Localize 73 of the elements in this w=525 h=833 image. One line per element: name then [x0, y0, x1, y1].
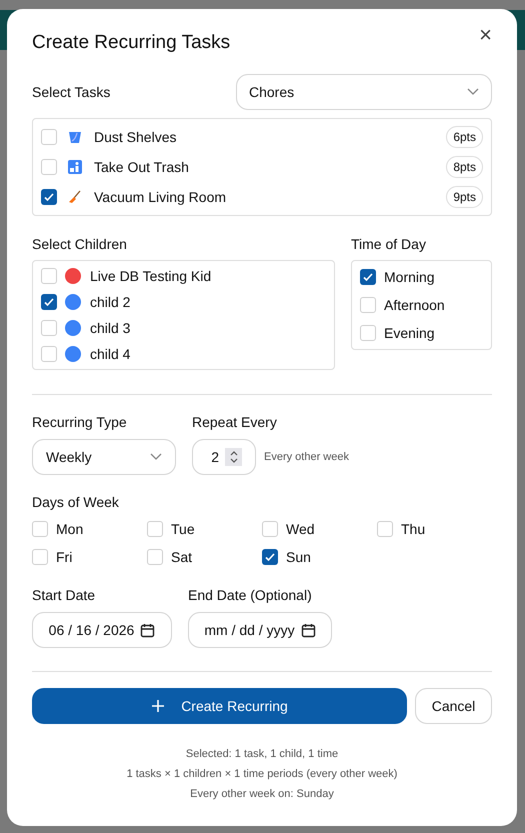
input-value: 06 / 16 / 2026 — [48, 620, 134, 640]
spinner-icon[interactable] — [225, 448, 242, 466]
section-label: Days of Week — [32, 493, 120, 510]
summary-text: Selected: 1 task, 1 child, 1 time — [186, 747, 338, 762]
time-option: Afternoon — [384, 294, 445, 316]
points-badge: 6pts — [446, 126, 483, 148]
number-input[interactable]: 2 — [192, 439, 256, 475]
checkbox[interactable] — [360, 325, 376, 341]
checkbox[interactable] — [360, 269, 376, 285]
end-date-field[interactable]: mm / dd / yyyy — [188, 612, 332, 648]
input-value: 2 — [211, 448, 219, 466]
checkbox[interactable] — [41, 268, 57, 284]
time-option: Evening — [384, 322, 435, 344]
section-label: Time of Day — [351, 235, 427, 252]
day-option: Sun — [286, 546, 311, 568]
field-label: Recurring Type — [32, 413, 128, 430]
day-option: Tue — [171, 518, 195, 540]
chevron-icon — [467, 88, 479, 96]
checkbox[interactable] — [377, 521, 393, 537]
repeat-hint: Every other week — [264, 450, 349, 465]
field-label: Start Date — [32, 586, 96, 603]
time-option: Morning — [384, 266, 435, 288]
select-value: Chores — [249, 82, 294, 102]
day-option: Thu — [401, 518, 426, 540]
child-name: Live DB Testing Kid — [90, 266, 212, 286]
day-option: Fri — [56, 546, 72, 568]
day-option: Mon — [56, 518, 84, 540]
section-label: Select Children — [32, 235, 128, 252]
input-placeholder: mm / dd / yyyy — [204, 620, 295, 640]
day-option: Wed — [286, 518, 315, 540]
category-select[interactable]: Chores — [236, 74, 492, 110]
select-value: Weekly — [46, 448, 92, 467]
checkbox[interactable] — [41, 189, 57, 205]
checkbox[interactable] — [41, 159, 57, 175]
calendar-icon[interactable] — [140, 622, 156, 638]
checkbox[interactable] — [147, 549, 163, 565]
checkbox[interactable] — [262, 549, 278, 565]
child-name: child 4 — [90, 344, 130, 364]
checkbox[interactable] — [262, 521, 278, 537]
checkmark-icon — [43, 296, 55, 308]
close-button[interactable]: × — [479, 24, 492, 46]
child-name: child 2 — [90, 292, 130, 312]
recurring-type-select[interactable]: Weekly — [32, 439, 176, 475]
checkmark-icon — [264, 551, 276, 563]
field-label: End Date (Optional) — [188, 586, 313, 603]
plus-icon — [151, 699, 166, 713]
task-name: Vacuum Living Room — [94, 188, 228, 207]
task-name: Dust Shelves — [94, 128, 178, 146]
points-badge: 8pts — [446, 156, 483, 178]
checkbox[interactable] — [360, 297, 376, 313]
cancel-button[interactable]: Cancel — [415, 688, 492, 724]
summary-text: Every other week on: Sunday — [190, 787, 334, 802]
chevron-icon — [150, 453, 162, 461]
checkbox[interactable] — [32, 521, 48, 537]
checkbox[interactable] — [41, 346, 57, 362]
day-option: Sat — [171, 546, 192, 568]
create-button[interactable]: Create Recurring — [32, 688, 407, 724]
points-badge: 9pts — [446, 186, 483, 208]
dialog-title: Create Recurring Tasks — [32, 30, 230, 55]
field-label: Repeat Every — [192, 413, 278, 430]
checkmark-icon — [362, 271, 374, 283]
child-name: child 3 — [90, 318, 130, 338]
task-name: Take Out Trash — [94, 158, 190, 176]
checkbox[interactable] — [41, 129, 57, 145]
checkbox[interactable] — [147, 521, 163, 537]
checkbox[interactable] — [41, 320, 57, 336]
calendar-icon[interactable] — [300, 622, 316, 638]
summary-text: 1 tasks × 1 children × 1 time periods (every other week) — [126, 767, 398, 782]
start-date-field[interactable]: 06 / 16 / 2026 — [32, 612, 172, 648]
checkbox[interactable] — [41, 294, 57, 310]
checkmark-icon — [43, 191, 55, 203]
checkbox[interactable] — [32, 549, 48, 565]
section-label: Select Tasks — [32, 82, 110, 102]
